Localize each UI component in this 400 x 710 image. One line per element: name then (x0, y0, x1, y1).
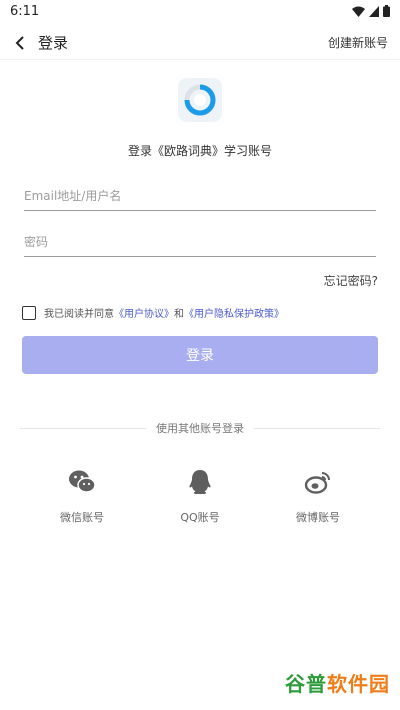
create-account-link[interactable]: 创建新账号 (328, 34, 388, 51)
password-field-wrapper (24, 228, 376, 257)
privacy-policy-link[interactable]: 《用户隐私保护政策》 (184, 305, 284, 320)
signal-icon (369, 5, 379, 17)
forgot-password-link[interactable]: 忘记密码? (324, 272, 378, 289)
status-time: 6:11 (10, 3, 40, 19)
back-button[interactable]: 登录 (12, 32, 68, 53)
status-bar: 6:11 (0, 0, 400, 22)
header: 登录 创建新账号 (0, 26, 400, 60)
other-login-divider: 使用其他账号登录 (20, 418, 380, 438)
weibo-icon (304, 472, 330, 494)
watermark-part1: 谷普 (285, 672, 327, 696)
wechat-label: 微信账号 (60, 511, 104, 524)
chevron-left-icon (15, 35, 24, 50)
wifi-icon (352, 6, 365, 17)
qq-login-button[interactable]: QQ账号 (150, 468, 250, 525)
app-logo-icon (178, 78, 222, 122)
watermark-logo: 谷普软件园 (285, 668, 390, 697)
weibo-login-button[interactable]: 微博账号 (268, 468, 368, 525)
agreement-checkbox[interactable] (22, 305, 36, 320)
wechat-login-button[interactable]: 微信账号 (32, 468, 132, 525)
other-login-label: 使用其他账号登录 (146, 420, 254, 436)
login-button[interactable]: 登录 (22, 336, 378, 374)
watermark-part2: 软件园 (327, 672, 390, 696)
weibo-label: 微博账号 (296, 511, 340, 524)
page-title: 登录 (38, 34, 69, 52)
battery-icon (383, 5, 390, 17)
qq-label: QQ账号 (180, 511, 220, 524)
status-icons (352, 5, 390, 17)
qq-icon (189, 470, 211, 494)
agreement-row: 我已阅读并同意 《用户协议》 和 《用户隐私保护政策》 (22, 305, 284, 320)
wechat-icon (69, 470, 96, 493)
password-input[interactable] (24, 228, 376, 256)
email-input[interactable] (24, 182, 376, 210)
email-field-wrapper (24, 182, 376, 211)
agreement-and: 和 (174, 309, 184, 320)
user-agreement-link[interactable]: 《用户协议》 (114, 305, 174, 320)
login-subtitle: 登录《欧路词典》学习账号 (127, 144, 272, 158)
agreement-prefix: 我已阅读并同意 (44, 309, 114, 320)
